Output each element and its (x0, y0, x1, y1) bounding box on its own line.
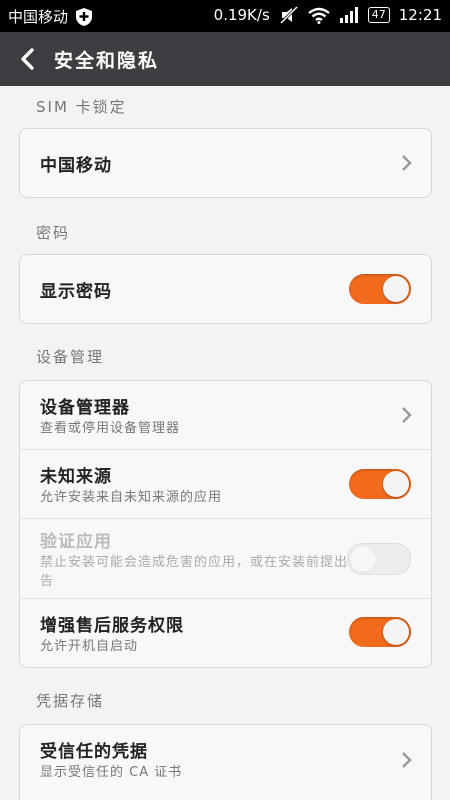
carrier-label: 中国移动 (8, 8, 69, 26)
toggle-knob (383, 471, 409, 497)
unknown-sources-title: 未知来源 (40, 467, 112, 487)
wifi-icon (308, 7, 330, 24)
trusted-credentials-item[interactable]: 受信任的凭据 显示受信任的 CA 证书 (20, 725, 431, 795)
clock: 12:21 (398, 6, 442, 24)
settings-list[interactable]: SIM 卡锁定 中国移动 密码 显示密码 设备管理 设备管理器 查看或停用设备管… (0, 86, 450, 800)
section-header-credentials: 凭据存储 (36, 692, 105, 710)
device-admins-title: 设备管理器 (40, 398, 130, 418)
credentials-card-group: 受信任的凭据 显示受信任的 CA 证书 (19, 724, 432, 800)
toggle-knob (383, 276, 409, 302)
verify-apps-title: 验证应用 (40, 532, 112, 552)
password-card-group: 显示密码 (19, 254, 432, 324)
back-arrow-icon[interactable] (14, 45, 42, 73)
network-speed: 0.19K/s (213, 6, 270, 24)
chevron-right-icon (402, 155, 412, 171)
toggle-knob (350, 546, 376, 572)
action-bar: 安全和隐私 (0, 32, 450, 86)
status-bar: 中国移动 0.19K/s 47 12:21 (0, 0, 450, 32)
sim-lock-item-carrier[interactable]: 中国移动 (20, 129, 431, 197)
device-admins-item[interactable]: 设备管理器 查看或停用设备管理器 (20, 381, 431, 450)
unknown-sources-subtitle: 允许安装来自未知来源的应用 (40, 490, 223, 505)
section-header-password: 密码 (36, 224, 71, 242)
unknown-sources-toggle[interactable] (349, 469, 411, 499)
trusted-credentials-title: 受信任的凭据 (40, 742, 148, 762)
verify-apps-item: 验证应用 禁止安装可能会造成危害的应用，或在安装前提出警告 (20, 519, 431, 599)
chevron-right-icon (402, 752, 412, 768)
after-sales-permission-subtitle: 允许开机自启动 (40, 639, 139, 654)
section-header-device: 设备管理 (36, 348, 105, 366)
device-admins-subtitle: 查看或停用设备管理器 (40, 421, 181, 436)
after-sales-permission-item[interactable]: 增强售后服务权限 允许开机自启动 (20, 599, 431, 667)
page-title: 安全和隐私 (54, 50, 160, 72)
battery-icon: 47 (367, 7, 390, 23)
sim-card-group: 中国移动 (19, 128, 432, 198)
show-password-item[interactable]: 显示密码 (20, 255, 431, 323)
show-password-label: 显示密码 (40, 282, 112, 302)
unknown-sources-item[interactable]: 未知来源 允许安装来自未知来源的应用 (20, 450, 431, 519)
after-sales-permission-title: 增强售后服务权限 (40, 616, 184, 636)
chevron-right-icon (402, 407, 412, 423)
shield-icon (76, 7, 93, 26)
verify-apps-toggle (347, 543, 411, 575)
sim-lock-item-label: 中国移动 (40, 156, 112, 176)
section-header-sim: SIM 卡锁定 (36, 98, 127, 116)
verify-apps-subtitle: 禁止安装可能会造成危害的应用，或在安装前提出警告 (40, 555, 363, 589)
signal-icon (339, 7, 358, 23)
after-sales-permission-toggle[interactable] (349, 617, 411, 647)
show-password-toggle[interactable] (349, 274, 411, 304)
toggle-knob (383, 619, 409, 645)
trusted-credentials-subtitle: 显示受信任的 CA 证书 (40, 765, 183, 780)
mute-icon (279, 6, 298, 24)
device-card-group: 设备管理器 查看或停用设备管理器 未知来源 允许安装来自未知来源的应用 验证应用… (19, 380, 432, 668)
